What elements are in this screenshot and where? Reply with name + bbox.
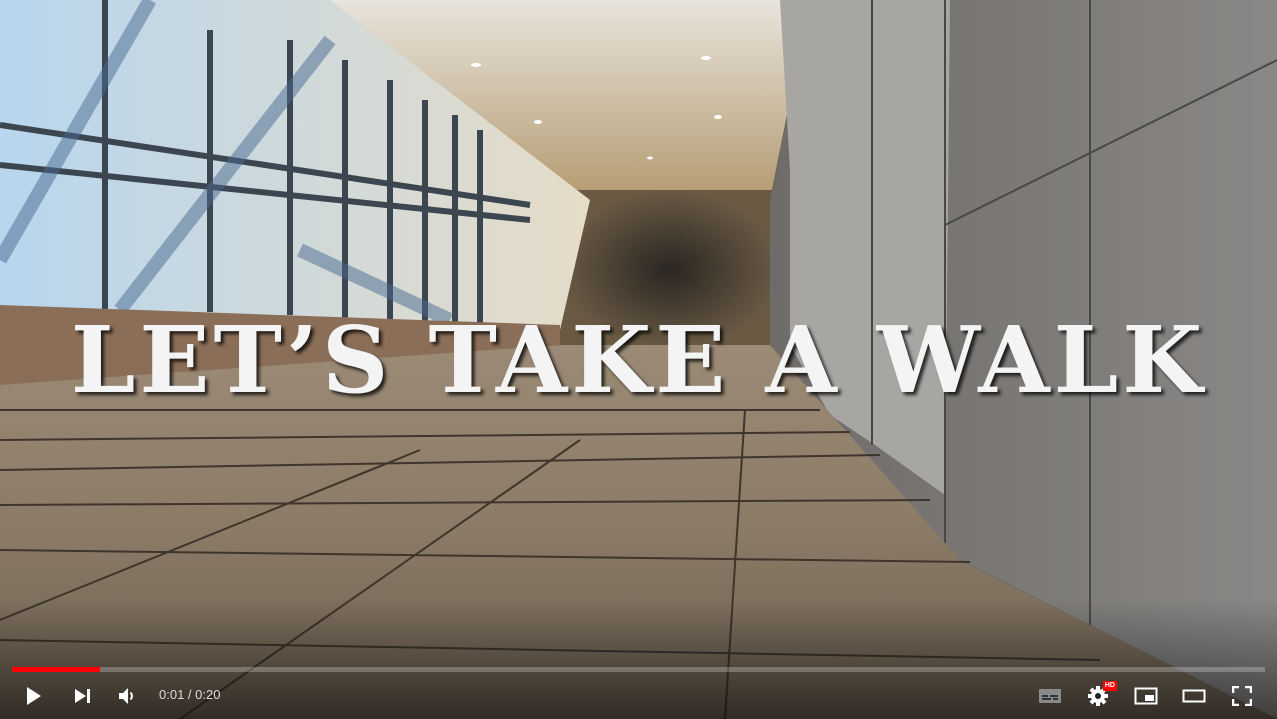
hd-badge: HD — [1102, 681, 1117, 691]
player-controls: 0:01 / 0:20 HD — [0, 676, 1277, 716]
time-separator: / — [184, 687, 196, 702]
subtitles-button[interactable] — [1030, 676, 1070, 716]
video-player[interactable]: LET’S TAKE A WALK 0:01 / 0:20 HD — [0, 0, 1277, 719]
settings-button[interactable]: HD — [1078, 676, 1118, 716]
fullscreen-icon — [1232, 686, 1252, 706]
miniplayer-icon — [1134, 687, 1158, 705]
progress-bar[interactable] — [12, 667, 1265, 672]
video-title-overlay: LET’S TAKE A WALK — [70, 306, 1207, 414]
play-button[interactable] — [13, 676, 53, 716]
next-icon — [75, 689, 90, 703]
time-display: 0:01 / 0:20 — [159, 687, 220, 702]
next-button[interactable] — [62, 676, 102, 716]
progress-played — [12, 667, 100, 672]
play-icon — [27, 687, 41, 705]
theater-mode-button[interactable] — [1174, 676, 1214, 716]
fullscreen-button[interactable] — [1222, 676, 1262, 716]
duration: 0:20 — [195, 687, 221, 702]
miniplayer-button[interactable] — [1126, 676, 1166, 716]
volume-icon — [119, 688, 133, 704]
mute-button[interactable] — [107, 676, 147, 716]
subtitles-icon — [1039, 689, 1061, 703]
theater-icon — [1182, 689, 1206, 703]
current-time: 0:01 — [159, 687, 185, 702]
